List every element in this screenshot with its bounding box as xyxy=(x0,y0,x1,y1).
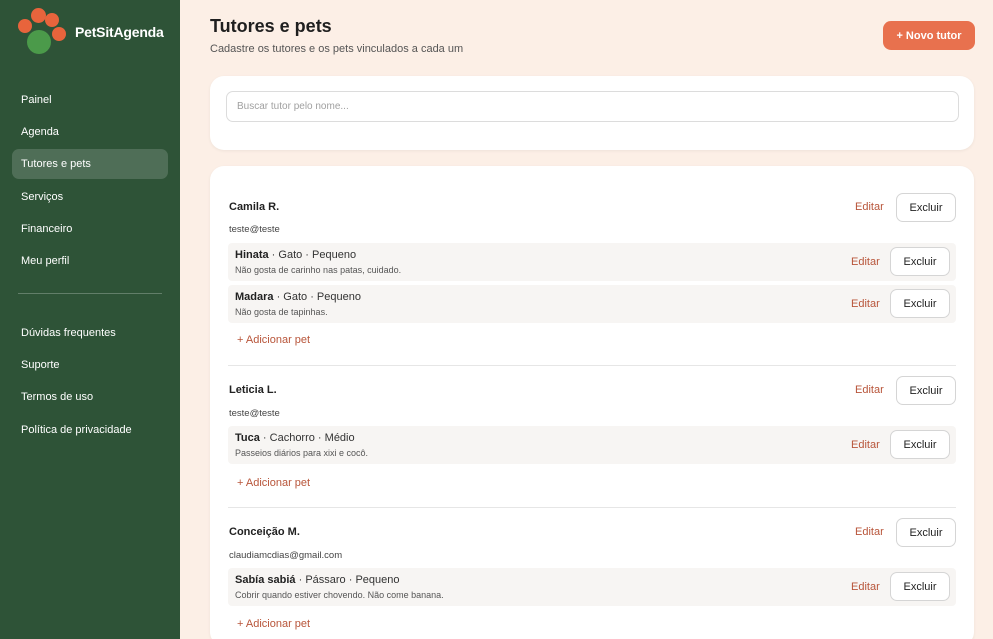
pet-note: Cobrir quando estiver chovendo. Não come… xyxy=(235,590,444,600)
add-pet-link[interactable]: + Adicionar pet xyxy=(237,618,310,630)
delete-pet-button[interactable]: Excluir xyxy=(890,247,950,276)
tutor-email: claudiamcdias@gmail.com xyxy=(229,550,343,561)
search-card xyxy=(210,76,974,150)
pet-details: · Cachorro · Médio xyxy=(259,432,355,444)
edit-pet-link[interactable]: Editar xyxy=(851,298,880,310)
new-tutor-button[interactable]: + Novo tutor xyxy=(883,21,975,50)
sidebar-item-painel[interactable]: Painel xyxy=(12,85,168,115)
pet-name: Madara xyxy=(235,291,274,303)
pet-note: Passeios diários para xixi e cocô. xyxy=(235,448,369,458)
edit-pet-link[interactable]: Editar xyxy=(851,256,880,268)
pet-details: · Gato · Pequeno xyxy=(268,249,357,261)
sidebar-item-suporte[interactable]: Suporte xyxy=(12,350,168,380)
search-input[interactable] xyxy=(226,91,959,122)
sidebar: PetSitAgenda Painel Agenda Tutores e pet… xyxy=(0,0,180,639)
add-pet-link[interactable]: + Adicionar pet xyxy=(237,334,310,346)
pet-summary: Tuca · Cachorro · Médio xyxy=(235,432,355,444)
brand[interactable]: PetSitAgenda xyxy=(18,8,164,56)
delete-tutor-button[interactable]: Excluir xyxy=(896,193,956,222)
pet-row: Sabía sabiá · Pássaro · Pequeno Cobrir q… xyxy=(228,568,956,606)
brand-name: PetSitAgenda xyxy=(75,24,164,40)
page-subtitle: Cadastre os tutores e os pets vinculados… xyxy=(210,43,464,55)
sidebar-item-financeiro[interactable]: Financeiro xyxy=(12,214,168,244)
pet-row: Tuca · Cachorro · Médio Passeios diários… xyxy=(228,426,956,464)
tutor-name: Leticia L. xyxy=(229,384,277,396)
sidebar-item-duvidas-frequentes[interactable]: Dúvidas frequentes xyxy=(12,318,168,348)
pet-note: Não gosta de carinho nas patas, cuidado. xyxy=(235,265,402,275)
edit-tutor-link[interactable]: Editar xyxy=(855,384,884,396)
delete-pet-button[interactable]: Excluir xyxy=(890,289,950,318)
page-title: Tutores e pets xyxy=(210,16,332,36)
sidebar-item-servicos[interactable]: Serviços xyxy=(12,182,168,212)
pet-name: Hinata xyxy=(235,249,269,261)
delete-pet-button[interactable]: Excluir xyxy=(890,430,950,459)
tutor-card: Leticia L. Editar Excluir teste@teste Tu… xyxy=(228,365,956,489)
pet-summary: Hinata · Gato · Pequeno xyxy=(235,249,356,261)
secondary-nav: Dúvidas frequentes Suporte Termos de uso… xyxy=(12,318,168,447)
add-pet-link[interactable]: + Adicionar pet xyxy=(237,477,310,489)
pet-row: Madara · Gato · Pequeno Não gosta de tap… xyxy=(228,285,956,323)
delete-pet-button[interactable]: Excluir xyxy=(890,572,950,601)
sidebar-item-politica-de-privacidade[interactable]: Política de privacidade xyxy=(12,415,168,445)
pet-details: · Pássaro · Pequeno xyxy=(295,574,400,586)
pet-name: Tuca xyxy=(235,432,260,444)
sidebar-item-meu-perfil[interactable]: Meu perfil xyxy=(12,246,168,276)
sidebar-item-tutores-e-pets[interactable]: Tutores e pets xyxy=(12,149,168,180)
pet-details: · Gato · Pequeno xyxy=(273,291,361,303)
pet-summary: Sabía sabiá · Pássaro · Pequeno xyxy=(235,574,400,586)
tutor-email: teste@teste xyxy=(229,408,280,419)
paw-logo-icon xyxy=(18,8,68,56)
pet-summary: Madara · Gato · Pequeno xyxy=(235,291,361,303)
sidebar-item-agenda[interactable]: Agenda xyxy=(12,117,168,147)
tutor-list: Camila R. Editar Excluir teste@teste Hin… xyxy=(210,166,974,639)
sidebar-divider xyxy=(18,293,162,294)
sidebar-item-termos-de-uso[interactable]: Termos de uso xyxy=(12,382,168,412)
tutor-name: Conceição M. xyxy=(229,526,300,538)
main-nav: Painel Agenda Tutores e pets Serviços Fi… xyxy=(12,85,168,278)
edit-tutor-link[interactable]: Editar xyxy=(855,526,884,538)
pet-name: Sabía sabiá xyxy=(235,574,296,586)
edit-tutor-link[interactable]: Editar xyxy=(855,201,884,213)
delete-tutor-button[interactable]: Excluir xyxy=(896,518,956,547)
edit-pet-link[interactable]: Editar xyxy=(851,581,880,593)
pet-note: Não gosta de tapinhas. xyxy=(235,307,328,317)
tutor-name: Camila R. xyxy=(229,201,280,213)
delete-tutor-button[interactable]: Excluir xyxy=(896,376,956,405)
pet-row: Hinata · Gato · Pequeno Não gosta de car… xyxy=(228,243,956,281)
tutor-card: Conceição M. Editar Excluir claudiamcdia… xyxy=(228,507,956,630)
edit-pet-link[interactable]: Editar xyxy=(851,439,880,451)
tutor-email: teste@teste xyxy=(229,224,280,235)
